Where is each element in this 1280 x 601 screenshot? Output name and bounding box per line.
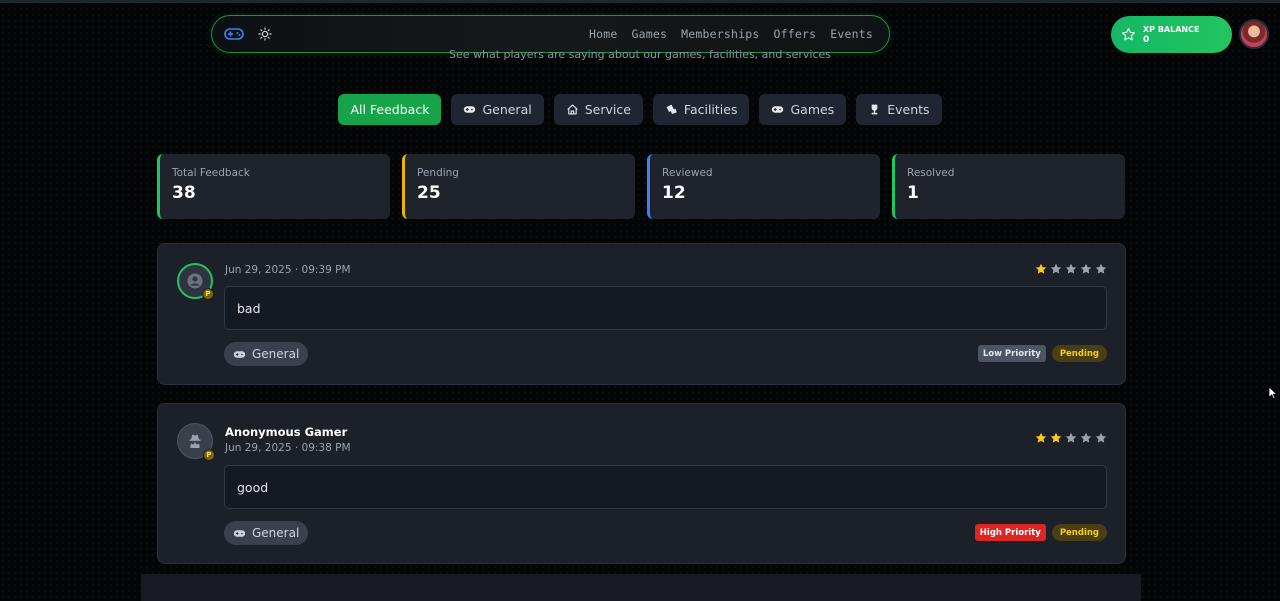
feedback-filter-bar: All Feedback General Service Facilities … xyxy=(0,94,1280,125)
home-icon xyxy=(566,104,578,115)
star-empty-icon xyxy=(1095,432,1107,443)
star-empty-icon xyxy=(1095,263,1107,274)
page-subtitle: See what players are saying about our ga… xyxy=(448,48,831,61)
star-empty-icon xyxy=(1080,432,1092,443)
stat-label: Total Feedback xyxy=(172,167,250,179)
stat-value: 12 xyxy=(662,183,686,203)
feedback-stats: Total Feedback 38 Pending 25 Reviewed 12… xyxy=(157,154,1125,219)
stat-label: Reviewed xyxy=(662,167,713,179)
user-circle-icon xyxy=(187,273,203,289)
gamepad-icon[interactable] xyxy=(224,27,244,41)
feedback-date: Jun 29, 2025 · 09:39 PM xyxy=(225,264,351,276)
gamepad-icon xyxy=(772,106,784,113)
star-icon xyxy=(1122,28,1135,41)
gamepad-icon xyxy=(464,106,476,113)
stat-value: 25 xyxy=(417,183,441,203)
star-rating xyxy=(1035,263,1107,275)
incognito-icon xyxy=(189,434,201,448)
filter-events[interactable]: Events xyxy=(856,94,942,125)
nav-events[interactable]: Events xyxy=(830,27,873,41)
star-filled-icon xyxy=(1050,432,1062,443)
xp-balance-label: XP BALANCE xyxy=(1143,24,1200,34)
stat-value: 1 xyxy=(907,183,919,203)
xp-balance-value: 0 xyxy=(1143,34,1150,45)
filter-general[interactable]: General xyxy=(451,94,544,125)
next-section-panel xyxy=(141,574,1141,601)
category-label: General xyxy=(252,526,300,540)
filter-service[interactable]: Service xyxy=(553,94,643,125)
window-top-strip xyxy=(0,0,1280,3)
stat-label: Pending xyxy=(417,167,459,179)
xp-balance-text: XP BALANCE 0 xyxy=(1143,24,1199,46)
nav-home[interactable]: Home xyxy=(589,27,618,41)
star-empty-icon xyxy=(1065,432,1077,443)
star-empty-icon xyxy=(1050,263,1062,274)
mouse-cursor-icon xyxy=(1268,386,1278,400)
user-avatar[interactable] xyxy=(1239,19,1269,49)
nav-offers[interactable]: Offers xyxy=(774,27,817,41)
star-empty-icon xyxy=(1080,263,1092,274)
nav-links: Home Games Memberships Offers Events xyxy=(589,16,873,52)
trophy-icon xyxy=(871,104,878,115)
status-badge: Pending xyxy=(1051,345,1107,362)
filter-label: All Feedback xyxy=(350,102,430,117)
gamepad-icon xyxy=(233,350,246,358)
feedback-tags: Low Priority Pending xyxy=(977,345,1107,362)
star-filled-icon xyxy=(1035,263,1047,274)
filter-games[interactable]: Games xyxy=(759,94,847,125)
feedback-card: P Jun 29, 2025 · 09:39 PM bad General Lo… xyxy=(157,243,1126,385)
stat-value: 38 xyxy=(172,183,196,203)
player-badge: P xyxy=(203,449,215,461)
stat-resolved: Resolved 1 xyxy=(892,154,1125,219)
star-filled-icon xyxy=(1035,432,1047,443)
category-chip: General xyxy=(224,521,309,545)
feedback-avatar: P xyxy=(177,263,214,300)
feedback-avatar: P xyxy=(177,423,215,461)
feedback-card: P Anonymous Gamer Jun 29, 2025 · 09:38 P… xyxy=(157,403,1126,564)
priority-tag: High Priority xyxy=(974,524,1046,541)
player-badge: P xyxy=(202,288,214,300)
nav-memberships[interactable]: Memberships xyxy=(681,27,759,41)
stat-reviewed: Reviewed 12 xyxy=(647,154,880,219)
feedback-tags: High Priority Pending xyxy=(974,524,1107,541)
stat-label: Resolved xyxy=(907,167,955,179)
stat-total-feedback: Total Feedback 38 xyxy=(157,154,390,219)
gamepad-icon xyxy=(233,529,246,537)
nav-games[interactable]: Games xyxy=(632,27,668,41)
feedback-date: Jun 29, 2025 · 09:38 PM xyxy=(225,442,351,454)
star-rating xyxy=(1035,432,1107,444)
filter-label: Games xyxy=(790,102,835,117)
category-chip: General xyxy=(224,342,309,366)
feedback-message: bad xyxy=(224,286,1107,330)
status-badge: Pending xyxy=(1051,524,1107,541)
filter-label: General xyxy=(482,102,532,117)
feedback-author: Anonymous Gamer xyxy=(225,425,348,439)
tickets-icon xyxy=(666,104,677,114)
feedback-message: good xyxy=(224,465,1107,509)
priority-tag: Low Priority xyxy=(977,345,1046,362)
stat-pending: Pending 25 xyxy=(402,154,635,219)
filter-label: Facilities xyxy=(683,102,738,117)
xp-balance-button[interactable]: XP BALANCE 0 xyxy=(1111,16,1232,53)
filter-facilities[interactable]: Facilities xyxy=(652,94,750,125)
category-label: General xyxy=(252,347,300,361)
star-empty-icon xyxy=(1065,263,1077,274)
filter-label: Events xyxy=(887,102,930,117)
sun-icon[interactable] xyxy=(258,26,272,42)
filter-label: Service xyxy=(584,102,631,117)
filter-all-feedback[interactable]: All Feedback xyxy=(338,94,442,125)
